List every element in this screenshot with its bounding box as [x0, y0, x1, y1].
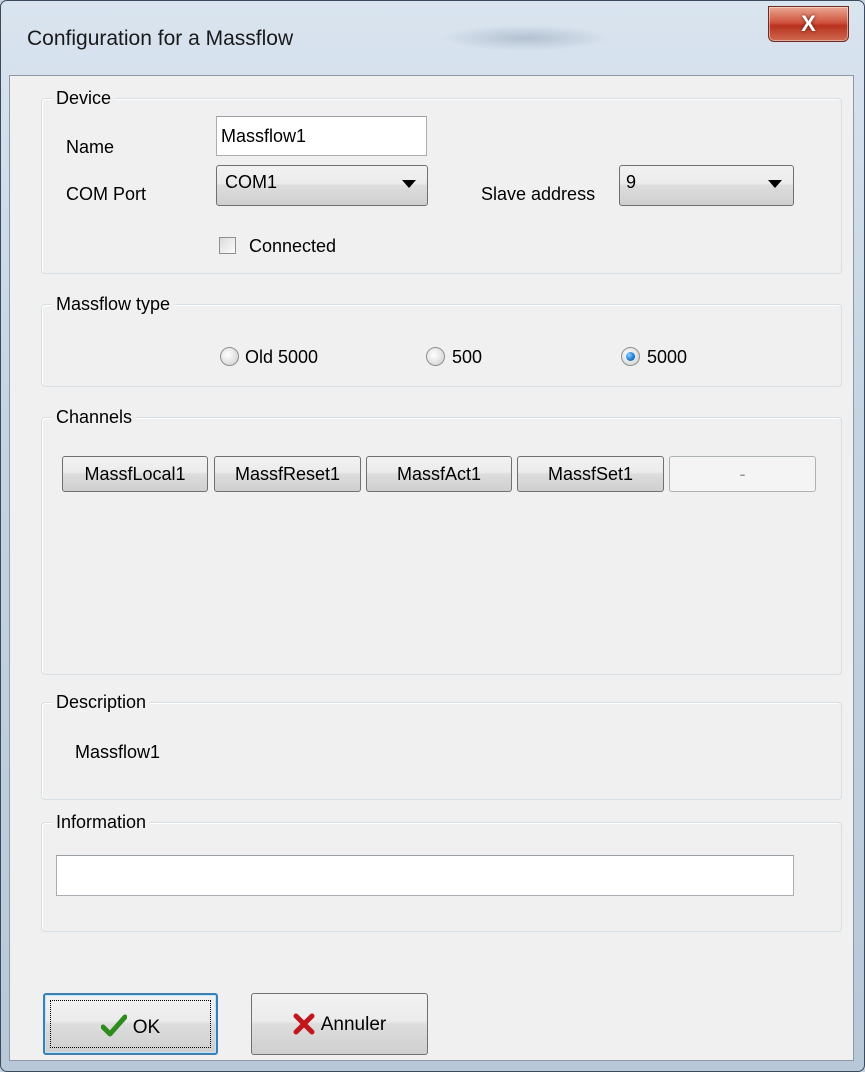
- chevron-down-icon: [768, 180, 782, 188]
- connected-checkbox[interactable]: [219, 237, 236, 254]
- cancel-label: Annuler: [320, 1014, 387, 1035]
- chevron-down-icon: [402, 180, 416, 188]
- description-legend: Description: [52, 689, 151, 715]
- slave-address-label: Slave address: [481, 184, 596, 204]
- name-label: Name: [66, 137, 115, 157]
- information-legend: Information: [52, 809, 151, 835]
- check-icon: [100, 1014, 128, 1037]
- channel-button-massfset1[interactable]: MassfSet1: [517, 456, 664, 492]
- channel-button-massfact1[interactable]: MassfAct1: [366, 456, 512, 492]
- close-icon: X: [801, 11, 816, 36]
- name-input[interactable]: Massflow1: [216, 116, 427, 156]
- description-group: Description: [41, 689, 842, 800]
- ok-button[interactable]: OK: [43, 993, 218, 1055]
- slave-address-value: 9: [626, 172, 637, 192]
- channel-button-massfreset1[interactable]: MassfReset1: [214, 456, 361, 492]
- radio-500[interactable]: [426, 347, 445, 366]
- slave-address-select[interactable]: 9: [619, 165, 794, 206]
- radio-5000[interactable]: [621, 347, 640, 366]
- channels-legend: Channels: [52, 404, 137, 430]
- radio-500-label[interactable]: 500: [452, 345, 482, 369]
- channel-button-massflocal1[interactable]: MassfLocal1: [62, 456, 208, 492]
- ok-label: OK: [132, 1017, 161, 1038]
- cross-icon: [293, 1013, 315, 1035]
- connected-label[interactable]: Connected: [249, 234, 336, 258]
- channel-button-empty: -: [669, 456, 816, 492]
- radio-old-5000-label[interactable]: Old 5000: [245, 345, 318, 369]
- description-text: Massflow1: [75, 742, 161, 762]
- radio-old-5000[interactable]: [220, 347, 239, 366]
- com-port-value: COM1: [225, 172, 278, 192]
- massflow-type-group: Massflow type: [41, 291, 842, 387]
- cancel-button[interactable]: Annuler: [251, 993, 428, 1055]
- com-port-label: COM Port: [66, 184, 147, 204]
- com-port-select[interactable]: COM1: [216, 165, 428, 206]
- title-bar[interactable]: Configuration for a Massflow X: [1, 1, 864, 75]
- title-glow: [441, 25, 611, 51]
- massflow-type-legend: Massflow type: [52, 291, 175, 317]
- window-title: Configuration for a Massflow: [27, 27, 294, 50]
- radio-5000-label[interactable]: 5000: [647, 345, 687, 369]
- device-legend: Device: [52, 85, 116, 111]
- close-button[interactable]: X: [768, 6, 849, 42]
- information-input[interactable]: [56, 855, 794, 896]
